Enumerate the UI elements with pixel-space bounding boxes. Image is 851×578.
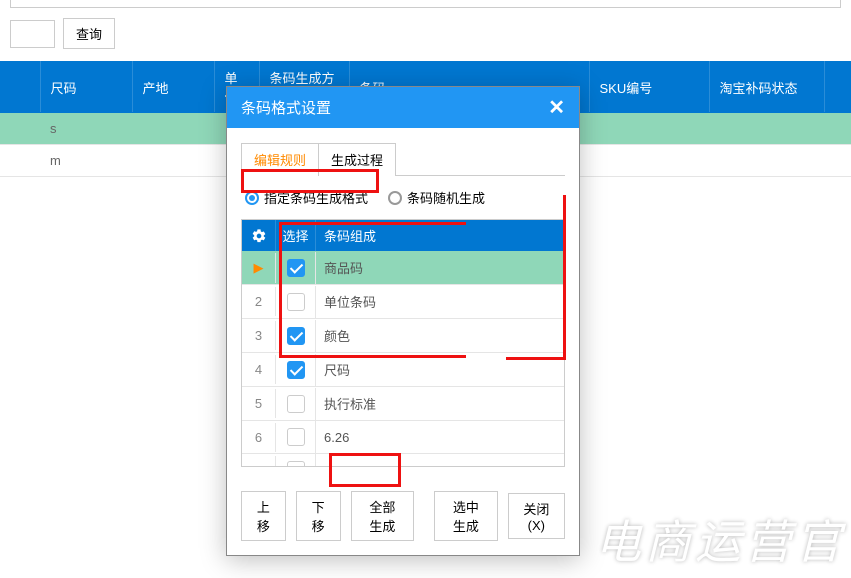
row-checkbox[interactable]	[276, 252, 316, 284]
move-up-button[interactable]: 上移	[241, 491, 286, 541]
grid-row[interactable]: 7	[242, 453, 564, 466]
row-label: 颜色	[316, 319, 564, 352]
checkbox-icon	[287, 461, 305, 466]
tab-gen-process[interactable]: 生成过程	[318, 143, 396, 176]
row-label	[316, 463, 564, 466]
radio-label: 条码随机生成	[407, 188, 485, 207]
row-index: 5	[242, 389, 276, 418]
row-checkbox[interactable]	[276, 286, 316, 318]
search-input[interactable]	[10, 20, 55, 48]
th-size[interactable]: 尺码	[40, 62, 132, 113]
th-component[interactable]: 条码组成	[316, 220, 548, 251]
tab-edit-rule[interactable]: 编辑规则	[241, 143, 319, 176]
checkbox-icon	[287, 428, 305, 446]
radio-icon	[388, 191, 402, 205]
grid-row[interactable]: 66.26	[242, 420, 564, 453]
row-checkbox[interactable]	[276, 421, 316, 453]
row-checkbox[interactable]	[276, 320, 316, 352]
row-label: 6.26	[316, 423, 564, 452]
checkbox-icon	[287, 327, 305, 345]
grid-row[interactable]: 4 尺码	[242, 352, 564, 386]
grid-row[interactable]: ▶ 商品码	[242, 251, 564, 284]
grid-row[interactable]: 2 单位条码	[242, 284, 564, 318]
radio-icon	[245, 191, 259, 205]
checkbox-icon	[287, 395, 305, 413]
grid-row[interactable]: 5 执行标准	[242, 386, 564, 420]
close-icon[interactable]: ✕	[548, 98, 565, 118]
radio-specify-format[interactable]: 指定条码生成格式	[245, 188, 368, 207]
row-index: ▶	[242, 253, 276, 283]
barcode-format-dialog: 条码格式设置 ✕ 编辑规则 生成过程 指定条码生成格式 条码随机生成 选择 条	[226, 86, 580, 556]
row-index: 3	[242, 321, 276, 350]
row-checkbox[interactable]	[276, 354, 316, 386]
th-taobao[interactable]: 淘宝补码状态	[709, 62, 824, 113]
checkbox-icon	[287, 259, 305, 277]
row-label: 尺码	[316, 353, 564, 386]
radio-random[interactable]: 条码随机生成	[388, 188, 485, 207]
checkbox-icon	[287, 361, 305, 379]
th-blank	[0, 62, 40, 113]
generate-selected-button[interactable]: 选中生成	[434, 491, 498, 541]
row-label: 单位条码	[316, 285, 564, 318]
close-button[interactable]: 关闭(X)	[508, 493, 565, 539]
move-down-button[interactable]: 下移	[296, 491, 341, 541]
row-index: 6	[242, 423, 276, 452]
row-label: 商品码	[316, 251, 564, 284]
row-checkbox[interactable]	[276, 454, 316, 466]
generate-all-button[interactable]: 全部生成	[351, 491, 415, 541]
row-index: 7	[242, 456, 276, 467]
th-blank2	[824, 62, 851, 113]
row-index: 2	[242, 287, 276, 316]
radio-label: 指定条码生成格式	[264, 188, 368, 207]
row-label: 执行标准	[316, 387, 564, 420]
grid-row[interactable]: 3 颜色	[242, 318, 564, 352]
row-checkbox[interactable]	[276, 388, 316, 420]
checkbox-icon	[287, 293, 305, 311]
th-origin[interactable]: 产地	[132, 62, 214, 113]
dialog-title: 条码格式设置	[241, 97, 331, 118]
th-select[interactable]: 选择	[276, 220, 316, 251]
watermark: 电商运营官	[595, 506, 845, 572]
th-sku[interactable]: SKU编号	[589, 62, 709, 113]
row-index: 4	[242, 355, 276, 384]
query-button[interactable]: 查询	[63, 18, 115, 49]
gear-icon[interactable]	[242, 220, 276, 251]
